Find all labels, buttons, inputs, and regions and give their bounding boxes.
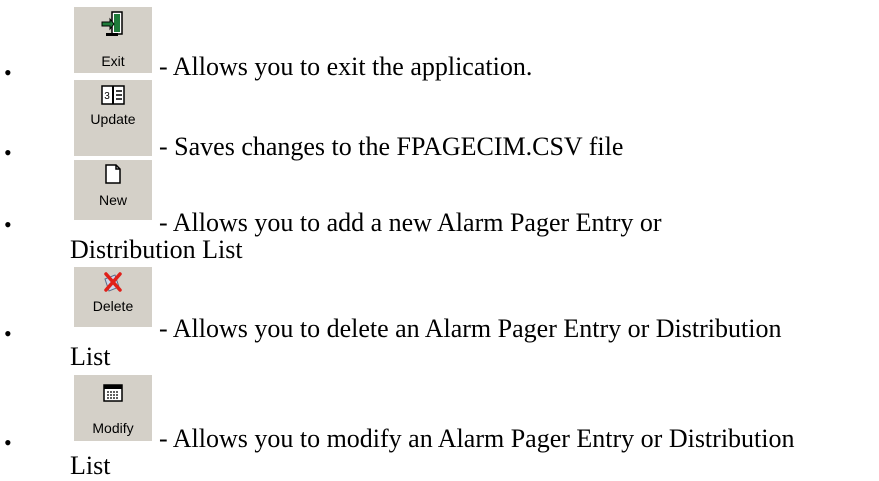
update-description: - Saves changes to the FPAGECIM.CSV file bbox=[159, 132, 624, 161]
delete-description-continuation: List bbox=[70, 342, 111, 371]
exit-button[interactable]: Exit bbox=[74, 7, 152, 73]
delete-icon bbox=[104, 272, 122, 292]
bullet: • bbox=[4, 430, 12, 455]
delete-button[interactable]: Delete bbox=[74, 267, 152, 327]
delete-description: - Allows you to delete an Alarm Pager En… bbox=[159, 314, 782, 343]
new-description: - Allows you to add a new Alarm Pager En… bbox=[159, 208, 662, 237]
modify-button-label: Modify bbox=[92, 420, 134, 436]
modify-description-continuation: List bbox=[70, 451, 111, 480]
list-item-delete: • Delete - Allows you to delete an Alarm… bbox=[0, 260, 879, 371]
new-document-icon bbox=[105, 164, 121, 184]
new-button[interactable]: New bbox=[74, 160, 152, 220]
list-item-exit: • Exit - Allows you to exit the applicat… bbox=[0, 0, 879, 85]
list-item-new: • New - Allows you to add a new Alarm Pa… bbox=[0, 160, 879, 264]
new-button-label: New bbox=[98, 192, 127, 208]
exit-description: - Allows you to exit the application. bbox=[159, 52, 533, 81]
exit-button-label: Exit bbox=[101, 53, 125, 69]
update-button[interactable]: 3 Update bbox=[74, 80, 152, 156]
bullet: • bbox=[4, 321, 12, 346]
modify-description: - Allows you to modify an Alarm Pager En… bbox=[159, 424, 795, 453]
modify-icon bbox=[103, 384, 123, 402]
svg-text:3: 3 bbox=[104, 91, 110, 102]
delete-button-label: Delete bbox=[92, 298, 134, 314]
update-icon: 3 bbox=[101, 85, 125, 105]
list-item-update: • 3 Update - Saves changes to the FPAGEC… bbox=[0, 80, 879, 165]
bullet: • bbox=[4, 212, 12, 237]
list-item-modify: • Modify - Allows you to modify an Alarm… bbox=[0, 370, 879, 481]
modify-button[interactable]: Modify bbox=[74, 375, 152, 441]
update-button-label: Update bbox=[90, 111, 136, 127]
exit-door-icon bbox=[101, 11, 123, 36]
